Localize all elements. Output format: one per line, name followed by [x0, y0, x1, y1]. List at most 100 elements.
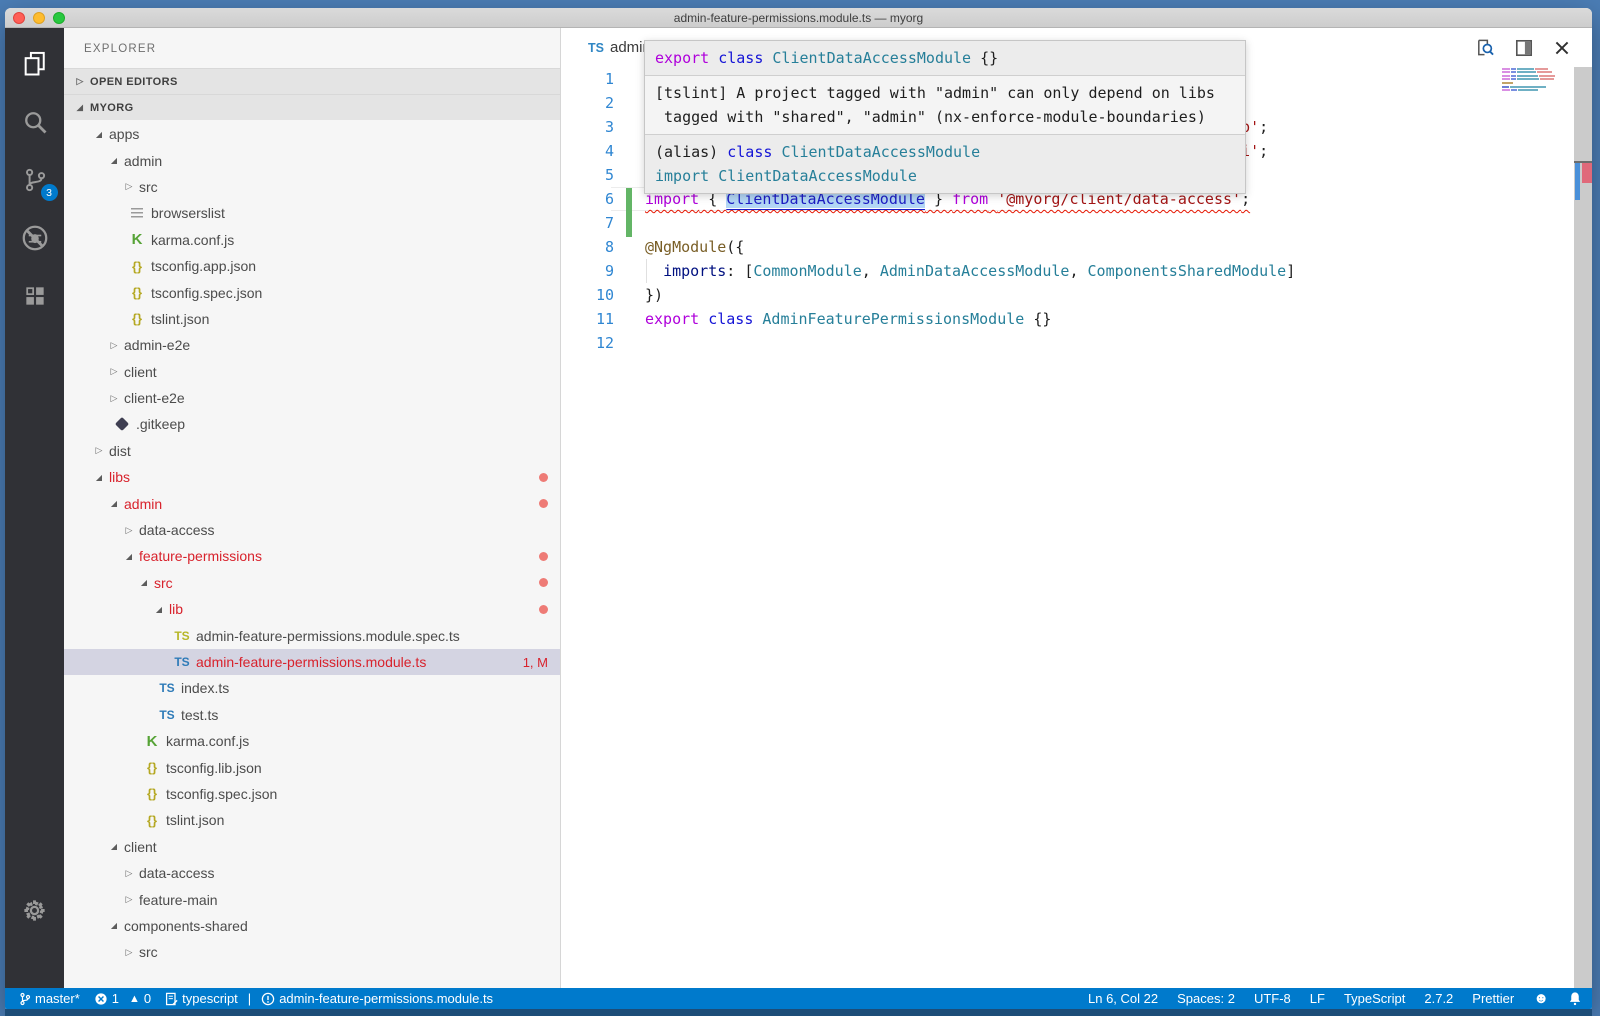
- linter-icon: [165, 992, 178, 1006]
- tree-item-data-access[interactable]: ▷data-access: [64, 860, 560, 886]
- tree-item-test-ts[interactable]: TStest.ts: [64, 702, 560, 728]
- tree-item-tsconfig-spec-json[interactable]: {}tsconfig.spec.json: [64, 781, 560, 807]
- line-number: 1: [561, 67, 614, 91]
- twisty-expanded-icon[interactable]: ◢: [108, 921, 120, 930]
- ruler-error-mark: [1582, 163, 1592, 183]
- tree-item-dist[interactable]: ▷ dist: [64, 438, 560, 464]
- twisty-collapsed-icon[interactable]: ▷: [108, 340, 120, 351]
- tree-item-admin-feature-permissions-module-ts[interactable]: TSadmin-feature-permissions.module.ts1, …: [64, 649, 560, 675]
- settings-gear-icon[interactable]: [13, 888, 57, 932]
- minimap[interactable]: [1502, 68, 1562, 92]
- close-editor-icon[interactable]: [1554, 40, 1570, 56]
- line-number-gutter: 123456789101112: [561, 67, 614, 355]
- json-file-icon: {}: [142, 760, 162, 775]
- eol-sequence[interactable]: LF: [1310, 991, 1325, 1006]
- code-line-11: export class AdminFeaturePermissionsModu…: [645, 307, 1572, 331]
- tree-item-src[interactable]: ▷src: [64, 174, 560, 200]
- formatter-status[interactable]: Prettier: [1472, 991, 1514, 1006]
- tree-item-apps[interactable]: ◢apps: [64, 121, 560, 147]
- minimap-line: [1502, 75, 1562, 77]
- warning-icon: ▲: [129, 993, 140, 1005]
- tree-item-karma-conf-js[interactable]: Kkarma.conf.js: [64, 227, 560, 253]
- twisty-expanded-icon[interactable]: ◢: [153, 605, 165, 614]
- tree-item-components-shared[interactable]: ◢components-shared: [64, 913, 560, 939]
- linter-status[interactable]: typescript | admin-feature-permissions.m…: [165, 991, 493, 1006]
- workspace-header[interactable]: ◢ MYORG: [64, 94, 560, 120]
- twisty-collapsed-icon[interactable]: ▷: [123, 181, 135, 192]
- tree-item-client[interactable]: ▷client: [64, 359, 560, 385]
- ts-version[interactable]: 2.7.2: [1424, 991, 1453, 1006]
- tree-item-client[interactable]: ◢client: [64, 834, 560, 860]
- json-file-icon: {}: [142, 786, 162, 801]
- twisty-collapsed-icon[interactable]: ▷: [108, 393, 120, 404]
- twisty-expanded-icon[interactable]: ◢: [108, 499, 120, 508]
- tree-item-label: .gitkeep: [136, 416, 185, 432]
- git-branch-status[interactable]: master*: [19, 991, 80, 1006]
- open-preview-icon[interactable]: [1475, 38, 1494, 57]
- error-dot-badge: [539, 578, 548, 587]
- extensions-icon[interactable]: [13, 274, 57, 318]
- cursor-position[interactable]: Ln 6, Col 22: [1088, 991, 1158, 1006]
- language-mode[interactable]: TypeScript: [1344, 991, 1405, 1006]
- source-control-icon[interactable]: 3: [13, 158, 57, 202]
- editor-group: TS admin-feature-permissions.module.ts: [561, 28, 1592, 988]
- feedback-smiley-icon[interactable]: ☻: [1533, 991, 1549, 1006]
- twisty-expanded-icon[interactable]: ◢: [138, 578, 150, 587]
- tree-item-tslint-json[interactable]: {}tslint.json: [64, 807, 560, 833]
- twisty-collapsed-icon[interactable]: ▷: [123, 894, 135, 905]
- twisty-expanded-icon[interactable]: ◢: [93, 130, 105, 139]
- tree-item-tslint-json[interactable]: {}tslint.json: [64, 306, 560, 332]
- tree-item-src[interactable]: ▷src: [64, 939, 560, 965]
- tree-item-client-e2e[interactable]: ▷client-e2e: [64, 385, 560, 411]
- overview-ruler[interactable]: [1574, 67, 1592, 988]
- tree-item-admin[interactable]: ◢admin: [64, 490, 560, 516]
- code-editor[interactable]: 123456789101112 import { NgModule } from…: [561, 67, 1592, 988]
- twisty-expanded-icon[interactable]: ◢: [93, 473, 105, 482]
- activity-bar: 3: [5, 28, 64, 988]
- twisty-expanded-icon[interactable]: ◢: [108, 842, 120, 851]
- typescript-file-icon: TS: [172, 655, 192, 669]
- tree-item-label: dist: [109, 443, 131, 459]
- tree-item-label: browserslist: [151, 205, 225, 221]
- twisty-expanded-icon[interactable]: ◢: [123, 552, 135, 561]
- problems-status[interactable]: 1 ▲ 0: [94, 991, 151, 1006]
- twisty-collapsed-icon[interactable]: ▷: [93, 445, 105, 456]
- karma-file-icon: K: [142, 733, 162, 750]
- tree-item-src[interactable]: ◢src: [64, 570, 560, 596]
- gear-icon: [21, 897, 48, 924]
- tree-item-libs[interactable]: ◢libs: [64, 464, 560, 490]
- encoding[interactable]: UTF-8: [1254, 991, 1291, 1006]
- search-icon[interactable]: [13, 100, 57, 144]
- json-file-icon: {}: [142, 813, 162, 828]
- twisty-collapsed-icon[interactable]: ▷: [123, 947, 135, 958]
- notifications-bell-icon[interactable]: [1568, 991, 1582, 1006]
- tree-item-karma-conf-js[interactable]: Kkarma.conf.js: [64, 728, 560, 754]
- chevron-right-icon: ▷: [74, 76, 86, 87]
- tree-item-feature-permissions[interactable]: ◢feature-permissions: [64, 543, 560, 569]
- explorer-icon[interactable]: [13, 42, 57, 86]
- tree-item-label: admin-feature-permissions.module.ts: [196, 654, 426, 670]
- twisty-collapsed-icon[interactable]: ▷: [123, 525, 135, 536]
- minimap-line: [1502, 78, 1562, 80]
- tree-item--gitkeep[interactable]: .gitkeep: [64, 411, 560, 437]
- split-editor-icon[interactable]: [1515, 39, 1533, 57]
- tree-item-tsconfig-spec-json[interactable]: {}tsconfig.spec.json: [64, 279, 560, 305]
- open-editors-header[interactable]: ▷ OPEN EDITORS: [64, 68, 560, 94]
- line-number: 8: [561, 235, 614, 259]
- tree-item-data-access[interactable]: ▷data-access: [64, 517, 560, 543]
- tree-item-admin[interactable]: ◢admin: [64, 147, 560, 173]
- twisty-expanded-icon[interactable]: ◢: [108, 156, 120, 165]
- tree-item-feature-main[interactable]: ▷feature-main: [64, 886, 560, 912]
- tree-item-admin-feature-permissions-module-spec-ts[interactable]: TSadmin-feature-permissions.module.spec.…: [64, 622, 560, 648]
- tree-item-index-ts[interactable]: TSindex.ts: [64, 675, 560, 701]
- twisty-collapsed-icon[interactable]: ▷: [123, 868, 135, 879]
- extensions-squares-icon: [22, 283, 48, 309]
- tree-item-tsconfig-lib-json[interactable]: {}tsconfig.lib.json: [64, 754, 560, 780]
- tree-item-admin-e2e[interactable]: ▷admin-e2e: [64, 332, 560, 358]
- debug-icon[interactable]: [13, 216, 57, 260]
- tree-item-tsconfig-app-json[interactable]: {}tsconfig.app.json: [64, 253, 560, 279]
- tree-item-lib[interactable]: ◢lib: [64, 596, 560, 622]
- twisty-collapsed-icon[interactable]: ▷: [108, 366, 120, 377]
- indentation[interactable]: Spaces: 2: [1177, 991, 1235, 1006]
- tree-item-browserslist[interactable]: browserslist: [64, 200, 560, 226]
